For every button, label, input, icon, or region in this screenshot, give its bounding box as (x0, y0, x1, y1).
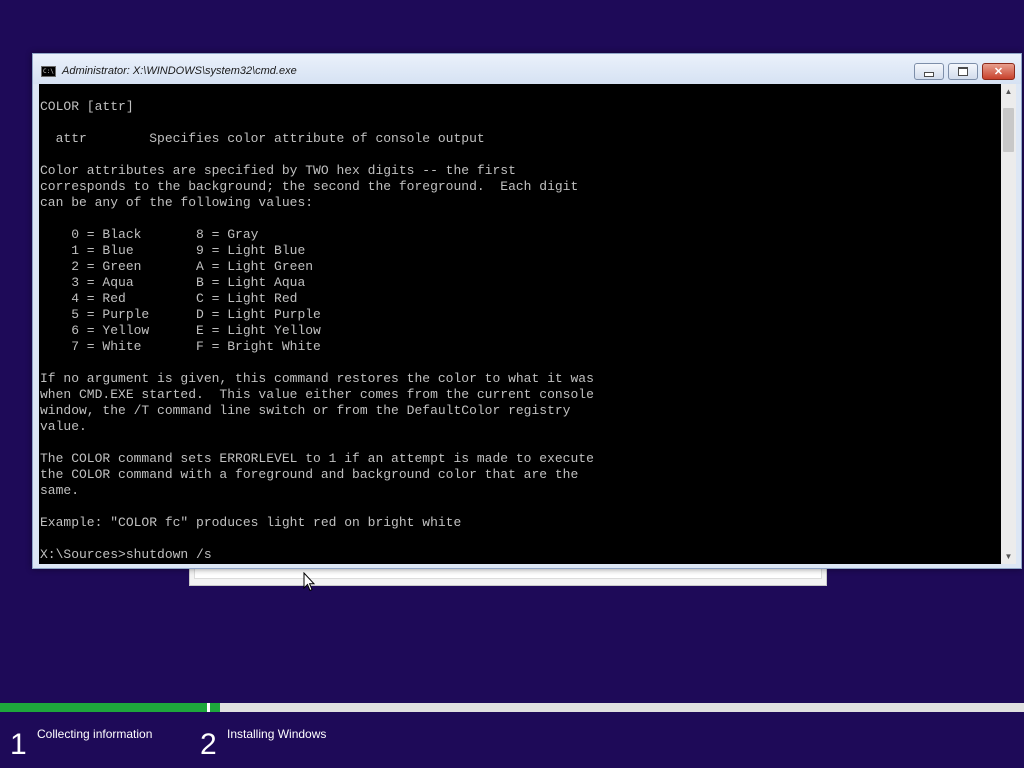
minimize-button[interactable] (914, 63, 944, 80)
close-icon: ✕ (993, 66, 1004, 78)
step-number: 2 (200, 728, 217, 761)
console-output: COLOR [attr] attr Specifies color attrib… (40, 99, 594, 562)
progress-fill-step-2 (210, 703, 220, 712)
step-number: 1 (10, 728, 27, 761)
vertical-scrollbar[interactable]: ▲ ▼ (1001, 84, 1016, 564)
console-area[interactable]: COLOR [attr] attr Specifies color attrib… (39, 84, 1001, 564)
progress-fill-step-1 (0, 703, 207, 712)
scroll-up-arrow-icon[interactable]: ▲ (1001, 84, 1016, 99)
cmd-icon: C:\ (41, 66, 56, 77)
cmd-window[interactable]: C:\ Administrator: X:\WINDOWS\system32\c… (32, 53, 1022, 569)
window-title: Administrator: X:\WINDOWS\system32\cmd.e… (62, 65, 297, 77)
step-label: Collecting information (37, 727, 153, 741)
maximize-icon (958, 67, 968, 76)
step-label: Installing Windows (227, 727, 327, 741)
close-button[interactable]: ✕ (982, 63, 1015, 80)
setup-progress-bar (0, 703, 1024, 712)
scroll-down-arrow-icon[interactable]: ▼ (1001, 549, 1016, 564)
title-bar[interactable]: C:\ Administrator: X:\WINDOWS\system32\c… (33, 54, 1021, 84)
maximize-button[interactable] (948, 63, 978, 80)
scroll-thumb[interactable] (1003, 108, 1014, 152)
minimize-icon (924, 71, 934, 77)
mouse-pointer-icon (303, 572, 315, 592)
